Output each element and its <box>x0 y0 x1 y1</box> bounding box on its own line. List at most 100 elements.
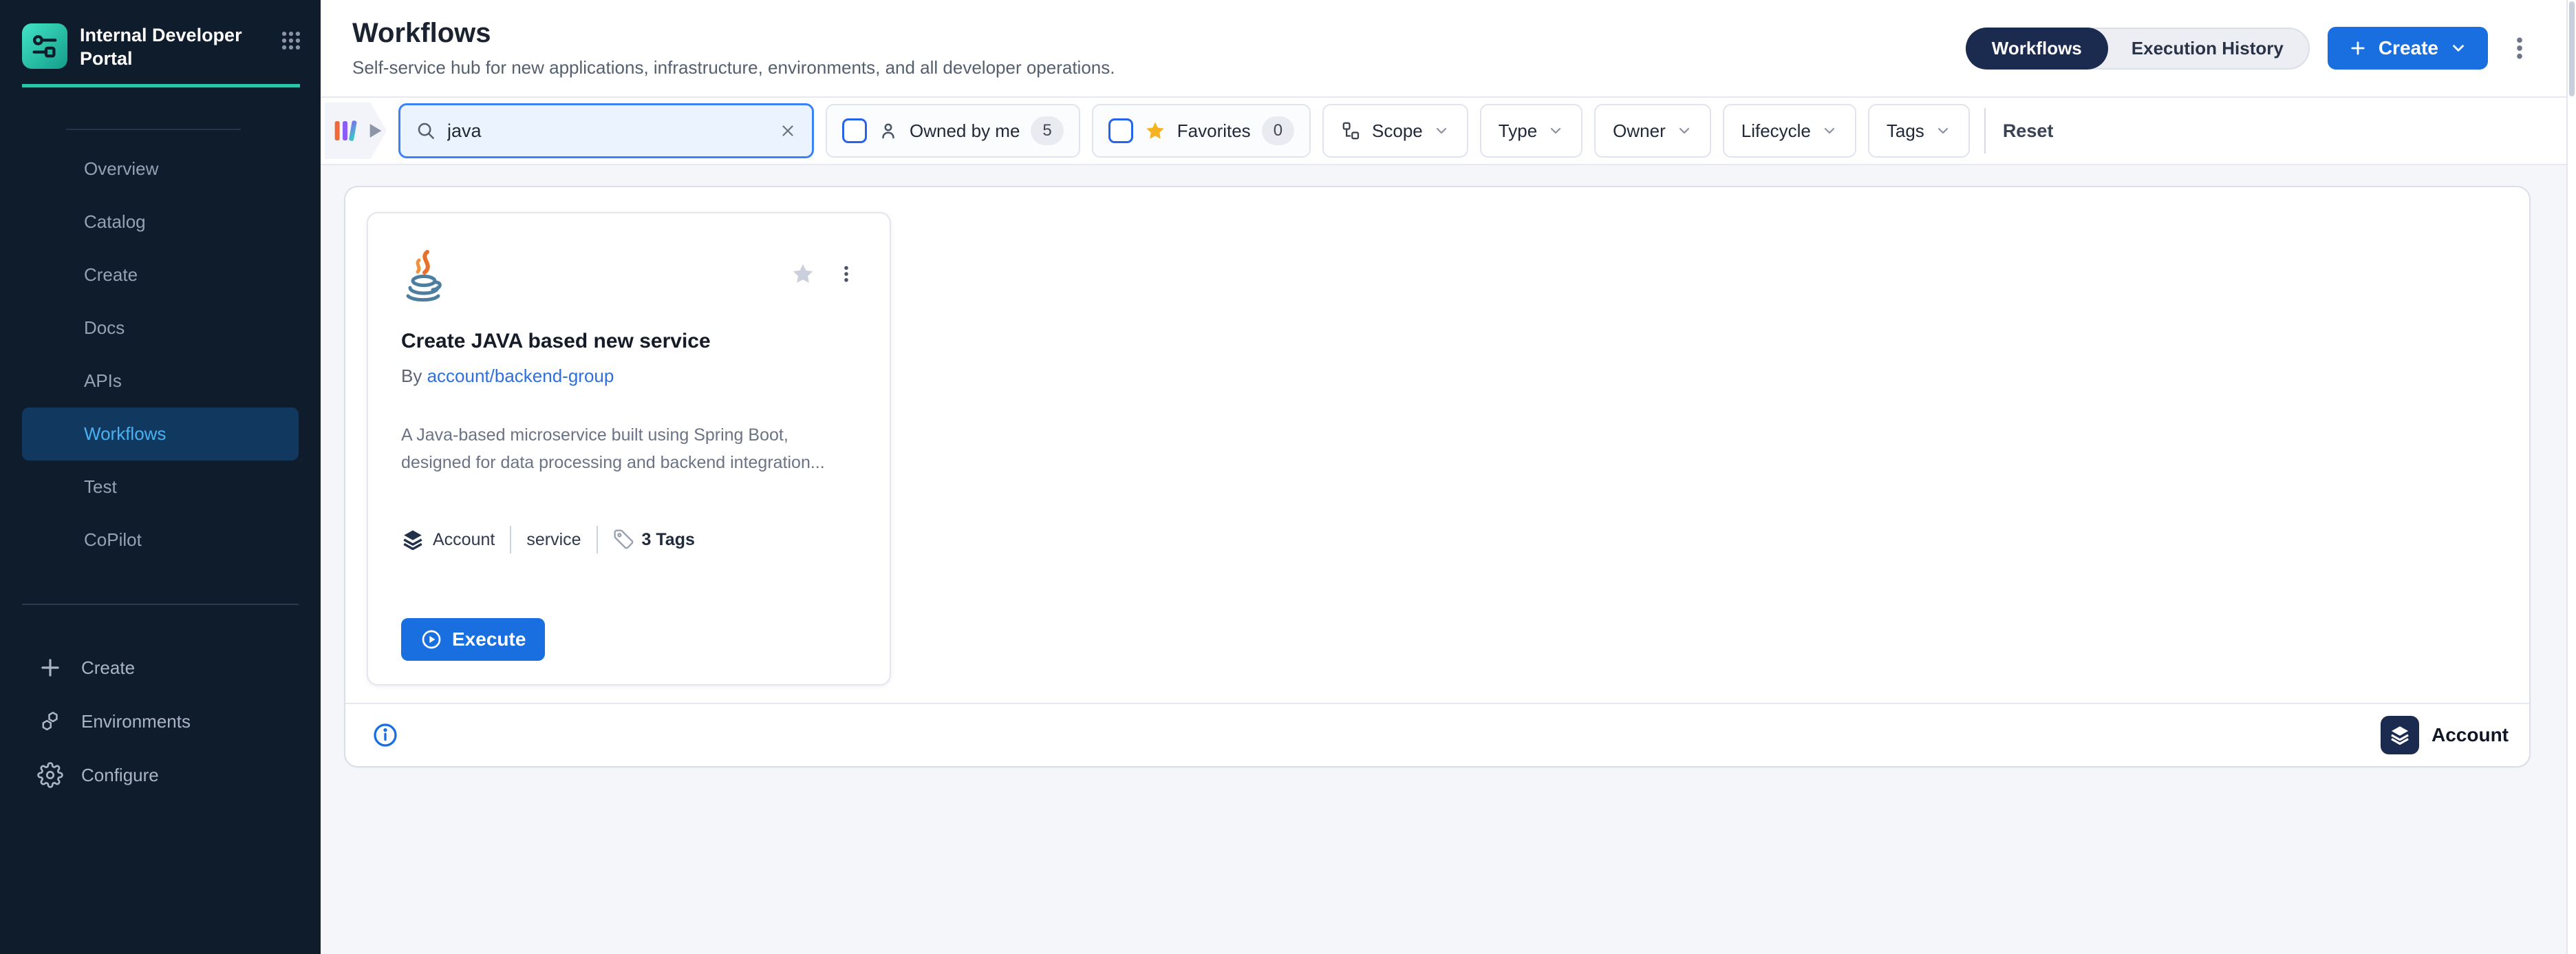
execute-button[interactable]: Execute <box>401 618 545 661</box>
card-kebab-menu[interactable] <box>836 260 857 288</box>
collapsed-panel-handle[interactable] <box>325 103 387 159</box>
scrollbar-thumb[interactable] <box>2569 1 2575 96</box>
chevron-down-icon <box>1935 123 1951 139</box>
apps-grid-icon[interactable] <box>279 23 303 56</box>
owner-link[interactable]: account/backend-group <box>427 365 614 386</box>
hexagons-icon <box>37 708 63 734</box>
toolbar-divider <box>1984 108 1986 153</box>
favorites-label: Favorites <box>1177 120 1251 142</box>
reset-filters-button[interactable]: Reset <box>2003 120 2054 142</box>
plus-icon <box>2348 39 2368 58</box>
colored-bars-icon <box>333 117 362 145</box>
chevron-down-icon <box>2449 39 2467 57</box>
clear-search-icon[interactable] <box>779 122 797 140</box>
header-kebab-menu[interactable] <box>2506 32 2533 64</box>
card-actions <box>791 260 857 288</box>
sidebar-item-catalog[interactable]: Catalog <box>22 195 299 248</box>
search-box <box>398 103 814 158</box>
card-top-row <box>401 249 857 313</box>
app-window: Internal Developer Portal Overview Catal… <box>0 0 2576 954</box>
gear-icon <box>37 762 63 788</box>
chevron-down-icon <box>1433 123 1450 139</box>
card-grid: Create JAVA based new service By account… <box>345 187 2529 703</box>
chevron-down-icon <box>1821 123 1838 139</box>
create-button[interactable]: Create <box>2328 27 2488 70</box>
tag-icon <box>613 529 635 551</box>
info-icon[interactable] <box>372 721 399 749</box>
brand: Internal Developer Portal <box>0 0 321 70</box>
brand-underline <box>22 84 300 87</box>
account-badge-label: Account <box>2432 724 2509 746</box>
expand-panel-icon <box>369 123 383 139</box>
sidebar-item-configure[interactable]: Configure <box>22 748 299 802</box>
owner-dropdown[interactable]: Owner <box>1594 104 1711 158</box>
meta-tags-count[interactable]: 3 Tags <box>642 530 695 550</box>
favorites-checkbox[interactable] <box>1108 118 1133 143</box>
filter-toolbar: Owned by me 5 Favorites 0 Scope Type Own… <box>321 98 2566 165</box>
toggle-workflows[interactable]: Workflows <box>1966 28 2108 70</box>
toggle-execution-history[interactable]: Execution History <box>2107 29 2308 68</box>
sidebar-item-overview[interactable]: Overview <box>22 142 299 195</box>
sidebar-item-environments[interactable]: Environments <box>22 695 299 748</box>
brand-logo-icon <box>22 23 67 69</box>
card-description: A Java-based microservice built using Sp… <box>401 421 855 476</box>
sidebar-item-create-bottom[interactable]: Create <box>22 641 299 695</box>
search-input[interactable] <box>447 120 768 142</box>
owned-by-me-filter: Owned by me 5 <box>826 104 1080 158</box>
account-badge: Account <box>2381 716 2509 754</box>
panel-footer: Account <box>345 703 2529 766</box>
type-dropdown[interactable]: Type <box>1480 104 1582 158</box>
tags-dropdown[interactable]: Tags <box>1868 104 1970 158</box>
plus-icon <box>37 655 63 681</box>
by-prefix: By <box>401 365 422 386</box>
workflow-card[interactable]: Create JAVA based new service By account… <box>367 212 891 686</box>
play-circle-icon <box>420 628 442 650</box>
favorite-star-icon[interactable] <box>791 262 815 286</box>
meta-separator <box>597 526 598 553</box>
page-header: Workflows Self-service hub for new appli… <box>321 0 2566 98</box>
sidebar: Internal Developer Portal Overview Catal… <box>0 0 321 954</box>
favorites-count: 0 <box>1262 116 1294 145</box>
java-logo-icon <box>401 249 445 313</box>
sidebar-divider <box>22 604 299 605</box>
sidebar-item-docs[interactable]: Docs <box>22 301 299 354</box>
lifecycle-dropdown[interactable]: Lifecycle <box>1723 104 1856 158</box>
scope-dropdown[interactable]: Scope <box>1322 104 1468 158</box>
view-toggle: Workflows Execution History <box>1966 28 2310 70</box>
card-title: Create JAVA based new service <box>401 330 857 353</box>
page-title: Workflows <box>352 18 1115 49</box>
main-area: Workflows Self-service hub for new appli… <box>321 0 2566 954</box>
search-icon <box>416 120 436 141</box>
sidebar-item-copilot[interactable]: CoPilot <box>22 513 299 566</box>
card-owner-line: By account/backend-group <box>401 365 857 387</box>
scope-hierarchy-icon <box>1341 120 1362 141</box>
sidebar-item-test[interactable]: Test <box>22 460 299 513</box>
window-scrollbar[interactable] <box>2566 0 2576 954</box>
content-area: Create JAVA based new service By account… <box>321 165 2566 954</box>
card-meta-row: Account service 3 Tags <box>401 526 857 553</box>
sidebar-item-workflows[interactable]: Workflows <box>22 407 299 460</box>
account-layers-icon <box>2381 716 2419 754</box>
page-subtitle: Self-service hub for new applications, i… <box>352 57 1115 78</box>
sidebar-top-divider <box>66 129 241 130</box>
meta-type: service <box>526 530 581 550</box>
workflows-panel: Create JAVA based new service By account… <box>344 186 2531 767</box>
sidebar-item-apis[interactable]: APIs <box>22 354 299 407</box>
sidebar-item-create[interactable]: Create <box>22 248 299 301</box>
sidebar-nav: Overview Catalog Create Docs APIs Workfl… <box>0 142 321 566</box>
owned-by-me-label: Owned by me <box>910 120 1020 142</box>
owned-by-me-count: 5 <box>1031 116 1063 145</box>
star-icon <box>1144 120 1166 142</box>
person-icon <box>878 120 899 141</box>
chevron-down-icon <box>1547 123 1564 139</box>
meta-separator <box>510 526 511 553</box>
owned-by-me-checkbox[interactable] <box>842 118 867 143</box>
chevron-down-icon <box>1676 123 1693 139</box>
sidebar-footer-nav: Create Environments Configure <box>0 641 321 802</box>
header-text: Workflows Self-service hub for new appli… <box>352 18 1115 78</box>
favorites-filter: Favorites 0 <box>1092 104 1311 158</box>
header-actions: Workflows Execution History Create <box>1966 27 2533 70</box>
layers-icon <box>401 528 425 551</box>
meta-kind: Account <box>433 530 495 550</box>
brand-title: Internal Developer Portal <box>80 23 252 70</box>
